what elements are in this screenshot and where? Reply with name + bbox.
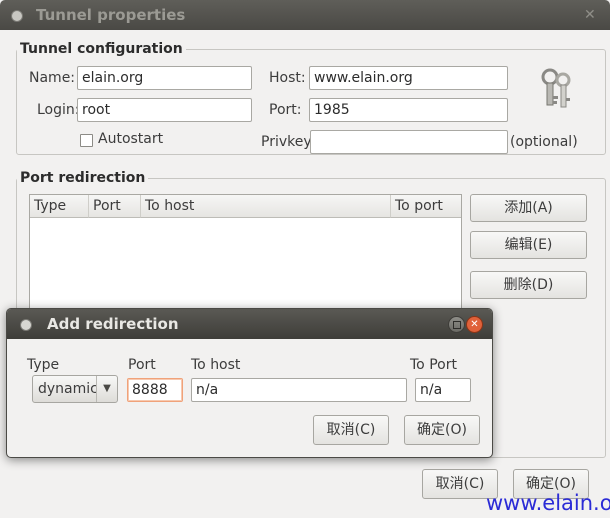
tunnel-config-title: Tunnel configuration bbox=[17, 41, 186, 57]
dialog-maximize-icon[interactable] bbox=[448, 316, 465, 333]
window-menu-icon[interactable] bbox=[11, 10, 23, 22]
column-type[interactable]: Type bbox=[30, 195, 89, 218]
port-redirection-title: Port redirection bbox=[17, 170, 149, 186]
login-label: Login: bbox=[37, 102, 80, 118]
privkey-label: Privkey bbox=[261, 134, 312, 150]
dialog-to-port-label: To Port bbox=[410, 357, 457, 373]
name-field[interactable]: elain.org bbox=[77, 66, 252, 90]
redirection-list[interactable]: Type Port To host To port bbox=[29, 194, 462, 314]
dialog-port-field[interactable]: 8888 bbox=[127, 378, 183, 402]
dialog-to-port-field[interactable]: n/a bbox=[415, 378, 471, 402]
dialog-cancel-button[interactable]: 取消(C) bbox=[313, 415, 389, 445]
window-titlebar: Tunnel properties ✕ bbox=[0, 0, 610, 30]
dialog-title: Add redirection bbox=[47, 315, 179, 333]
keys-icon bbox=[536, 66, 576, 112]
dialog-close-icon[interactable]: ✕ bbox=[466, 316, 483, 333]
host-label: Host: bbox=[269, 70, 306, 86]
window-close-icon[interactable]: ✕ bbox=[584, 8, 596, 22]
column-port[interactable]: Port bbox=[89, 195, 141, 218]
dialog-to-host-label: To host bbox=[191, 357, 241, 373]
type-select[interactable]: dynamic ▼ bbox=[32, 375, 118, 403]
tunnel-properties-window: { "window": { "title": "Tunnel propertie… bbox=[0, 0, 610, 518]
port-label: Port: bbox=[269, 102, 302, 118]
watermark-text: www.elain.org bbox=[486, 491, 610, 515]
privkey-optional-hint: (optional) bbox=[510, 134, 578, 150]
login-field[interactable]: root bbox=[77, 98, 252, 122]
name-label: Name: bbox=[29, 70, 76, 86]
dialog-titlebar: Add redirection ✕ bbox=[7, 309, 492, 339]
dialog-type-label: Type bbox=[27, 357, 60, 373]
autostart-label[interactable]: Autostart bbox=[98, 131, 163, 147]
autostart-checkbox[interactable] bbox=[80, 134, 93, 147]
add-button[interactable]: 添加(A) bbox=[470, 194, 587, 222]
edit-button[interactable]: 编辑(E) bbox=[470, 231, 587, 259]
window-title: Tunnel properties bbox=[36, 6, 186, 24]
dialog-port-label: Port bbox=[128, 357, 156, 373]
host-field[interactable]: www.elain.org bbox=[309, 66, 508, 90]
column-to-port[interactable]: To port bbox=[391, 195, 461, 218]
add-redirection-dialog: Add redirection ✕ Type Port To host To P… bbox=[6, 308, 493, 458]
dialog-to-host-field[interactable]: n/a bbox=[191, 378, 407, 402]
column-to-host[interactable]: To host bbox=[141, 195, 391, 218]
type-select-value: dynamic bbox=[38, 381, 98, 397]
chevron-down-icon: ▼ bbox=[96, 376, 117, 402]
delete-button[interactable]: 删除(D) bbox=[470, 271, 587, 299]
privkey-field[interactable] bbox=[310, 130, 508, 154]
dialog-ok-button[interactable]: 确定(O) bbox=[404, 415, 480, 445]
dialog-menu-icon[interactable] bbox=[20, 319, 32, 331]
port-field[interactable]: 1985 bbox=[309, 98, 508, 122]
